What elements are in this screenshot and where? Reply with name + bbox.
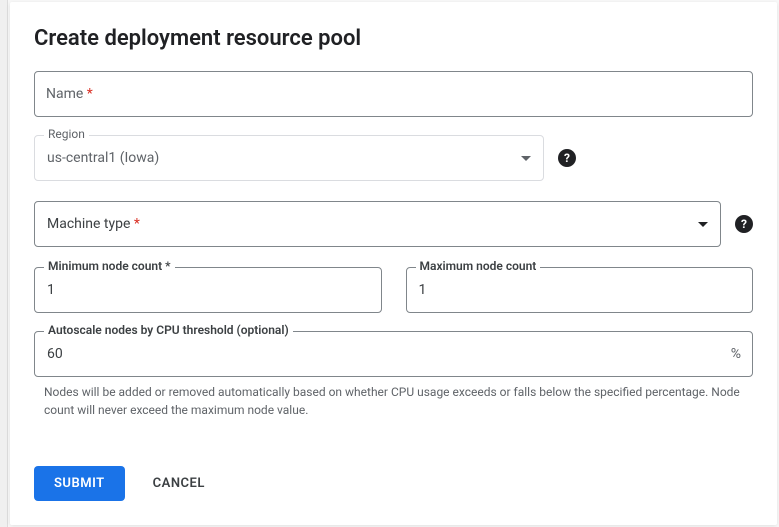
autoscale-helper-text: Nodes will be added or removed automatic… — [34, 383, 753, 419]
machine-type-row: Machine type * ? — [34, 201, 753, 247]
cancel-button[interactable]: CANCEL — [153, 476, 205, 491]
chevron-down-icon — [698, 222, 708, 227]
background-strip — [0, 0, 8, 527]
name-input[interactable] — [34, 71, 753, 117]
name-field-wrapper: Name * — [34, 71, 753, 117]
region-select[interactable]: us-central1 (Iowa) — [34, 135, 544, 181]
chevron-down-icon — [521, 156, 531, 161]
autoscale-input[interactable] — [34, 331, 753, 377]
region-field-wrapper: Region us-central1 (Iowa) — [34, 135, 544, 181]
max-nodes-wrapper: Maximum node count — [406, 267, 754, 313]
create-pool-dialog: Create deployment resource pool Name * R… — [10, 2, 777, 525]
node-count-row: Minimum node count * Maximum node count — [34, 267, 753, 313]
machine-type-help-icon[interactable]: ? — [735, 215, 753, 233]
region-row: Region us-central1 (Iowa) ? — [34, 135, 753, 181]
submit-button[interactable]: SUBMIT — [34, 466, 125, 501]
min-nodes-input[interactable] — [34, 267, 382, 313]
dialog-title: Create deployment resource pool — [34, 26, 753, 51]
autoscale-label: Autoscale nodes by CPU threshold (option… — [44, 323, 293, 337]
region-help-icon[interactable]: ? — [558, 149, 576, 167]
max-nodes-input[interactable] — [406, 267, 754, 313]
machine-type-wrapper: Machine type * — [34, 201, 721, 247]
min-nodes-wrapper: Minimum node count * — [34, 267, 382, 313]
machine-type-label: Machine type * — [47, 216, 140, 232]
autoscale-wrapper: Autoscale nodes by CPU threshold (option… — [34, 331, 753, 377]
region-value: us-central1 (Iowa) — [47, 150, 159, 166]
max-nodes-label: Maximum node count — [416, 259, 541, 273]
button-row: SUBMIT CANCEL — [34, 450, 753, 501]
machine-type-select[interactable]: Machine type * — [34, 201, 721, 247]
form-container: Name * Region us-central1 (Iowa) ? Machi… — [34, 71, 753, 450]
min-nodes-label: Minimum node count * — [44, 259, 175, 273]
region-label: Region — [44, 127, 89, 141]
